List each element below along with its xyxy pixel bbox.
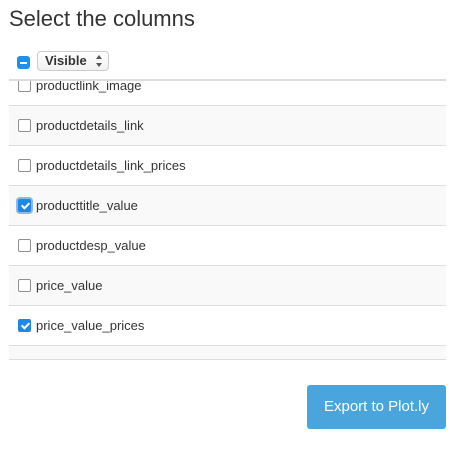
columns-list[interactable]: productlink_image productdetails_linkprod… [9,81,446,360]
column-checkbox[interactable] [18,199,31,212]
column-label: price_value [36,278,103,293]
column-row[interactable] [9,345,446,360]
column-label: productdetails_link [36,118,144,133]
column-row[interactable]: productdesp_value [9,225,446,265]
column-checkbox[interactable] [18,119,31,132]
column-checkbox[interactable] [18,319,31,332]
export-to-plotly-button[interactable]: Export to Plot.ly [307,385,446,429]
column-checkbox[interactable] [18,81,31,92]
column-label: producttitle_value [36,198,138,213]
column-checkbox[interactable] [18,239,31,252]
visibility-filter-select[interactable]: Visible [37,51,109,71]
column-row[interactable]: productdetails_link_prices [9,145,446,185]
column-checkbox[interactable] [18,159,31,172]
column-row[interactable]: productlink_image [9,81,446,105]
visibility-filter-value: Visible [45,53,87,68]
column-row[interactable]: price_value [9,265,446,305]
column-checkbox[interactable] [18,359,31,360]
column-label: productdetails_link_prices [36,158,186,173]
column-row[interactable]: productdetails_link [9,105,446,145]
column-filter-header: Visible [9,49,446,81]
select-all-checkbox[interactable] [17,56,30,69]
column-row[interactable]: price_value_prices [9,305,446,345]
column-label: price_value_prices [36,318,145,333]
column-checkbox[interactable] [18,279,31,292]
column-label: productlink_image [36,81,142,93]
dialog-title: Select the columns [9,6,195,31]
column-label: productdesp_value [36,238,146,253]
select-arrows-icon [96,55,103,67]
column-row[interactable]: producttitle_value [9,185,446,225]
